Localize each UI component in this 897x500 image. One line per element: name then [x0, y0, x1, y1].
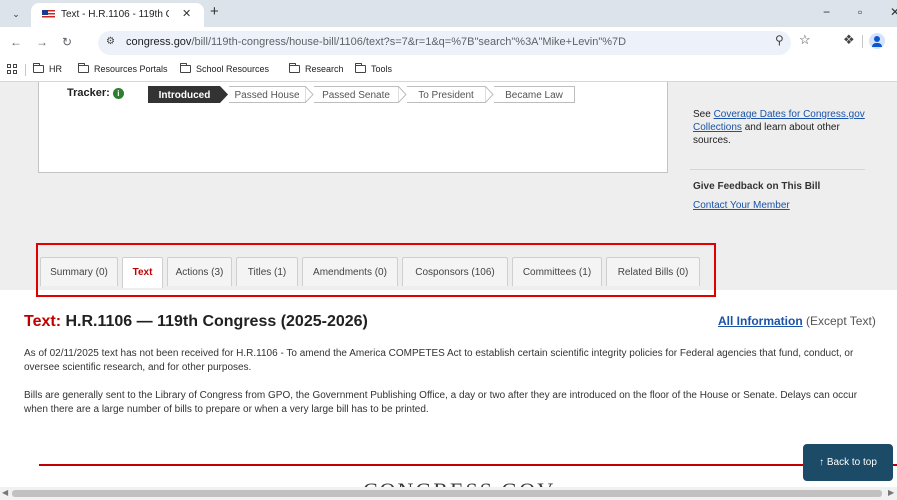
- close-tab-icon[interactable]: ✕: [182, 7, 191, 20]
- us-flag-favicon-icon: [42, 10, 55, 19]
- tracker-step-passed-house: Passed House: [229, 86, 305, 103]
- tab-text[interactable]: Text: [122, 257, 163, 288]
- bookmark-folder-research[interactable]: Research: [289, 63, 344, 74]
- bookmark-folder-school-resources[interactable]: School Resources: [180, 63, 269, 74]
- tab-committees[interactable]: Committees (1): [512, 257, 602, 286]
- horizontal-scrollbar[interactable]: ◀ ▶: [0, 487, 897, 500]
- gpo-info-paragraph: Bills are generally sent to the Library …: [24, 390, 858, 415]
- tab-titles[interactable]: Titles (1): [236, 257, 298, 286]
- bookmark-folder-resources-portals[interactable]: Resources Portals: [78, 63, 168, 74]
- folder-icon: [355, 63, 366, 73]
- extensions-puzzle-icon[interactable]: ❖: [843, 32, 855, 48]
- scroll-right-arrow-icon[interactable]: ▶: [888, 488, 894, 497]
- bookmark-folder-hr[interactable]: HR: [33, 63, 62, 74]
- scroll-left-arrow-icon[interactable]: ◀: [2, 488, 8, 497]
- all-information-link[interactable]: All Information: [718, 314, 803, 328]
- site-settings-icon[interactable]: ⚙: [106, 36, 115, 47]
- footer-red-divider: [39, 464, 897, 466]
- toolbar-divider: [862, 35, 863, 48]
- apps-grid-icon[interactable]: [7, 64, 18, 75]
- bookmarks-bar: HR Resources Portals School Resources Re…: [0, 59, 897, 82]
- tab-amendments[interactable]: Amendments (0): [302, 257, 398, 286]
- maximize-window-button[interactable]: ▫: [858, 5, 862, 19]
- tracker-step-became-law: Became Law: [494, 86, 574, 103]
- scrollbar-thumb[interactable]: [12, 490, 882, 497]
- tab-cosponsors[interactable]: Cosponsors (106): [402, 257, 508, 286]
- feedback-heading: Give Feedback on This Bill: [693, 181, 821, 192]
- tracker-step-to-president: To President: [407, 86, 485, 103]
- tab-actions[interactable]: Actions (3): [167, 257, 232, 286]
- forward-arrow-icon[interactable]: →: [36, 35, 48, 49]
- folder-icon: [289, 63, 300, 73]
- tracker-step-passed-senate: Passed Senate: [314, 86, 398, 103]
- close-window-button[interactable]: ✕: [890, 5, 897, 19]
- bookmark-folder-tools[interactable]: Tools: [355, 63, 392, 74]
- page-title: Text: H.R.1106 — 119th Congress (2025-20…: [24, 313, 368, 330]
- tracker-label: Tracker: i: [67, 87, 124, 99]
- tracker-arrow-icon: [305, 86, 314, 103]
- sidebar-divider: [690, 169, 865, 170]
- profile-avatar-icon[interactable]: [869, 33, 885, 49]
- tracker-info-icon[interactable]: i: [112, 88, 124, 99]
- folder-icon: [180, 63, 191, 73]
- address-bar[interactable]: ⚙ congress.gov/bill/119th-congress/house…: [98, 31, 791, 55]
- browser-tab-strip: ⌄ Text - H.R.1106 - 119th Congress ✕ + −…: [0, 0, 897, 27]
- coverage-note: See Coverage Dates for Congress.gov Coll…: [693, 109, 865, 146]
- tracker-arrow-icon: [485, 86, 494, 103]
- tracker-end-divider: [574, 86, 575, 103]
- reload-icon[interactable]: ↻: [62, 35, 72, 49]
- folder-icon: [78, 63, 89, 73]
- all-information-note: All Information (Except Text): [718, 314, 876, 328]
- bookmarks-divider: [25, 64, 26, 76]
- tab-summary[interactable]: Summary (0): [40, 257, 118, 286]
- folder-icon: [33, 63, 44, 73]
- new-tab-button[interactable]: +: [210, 4, 219, 20]
- tracker-step-introduced: Introduced: [148, 86, 220, 103]
- tab-related-bills[interactable]: Related Bills (0): [606, 257, 700, 286]
- bookmark-star-icon[interactable]: ☆: [799, 32, 811, 48]
- browser-tab-title: Text - H.R.1106 - 119th Congress: [61, 9, 169, 20]
- contact-your-member-link[interactable]: Contact Your Member: [693, 200, 790, 211]
- tracker-arrow-icon: [398, 86, 407, 103]
- browser-toolbar: ← → ↻ ⚙ congress.gov/bill/119th-congress…: [0, 27, 897, 59]
- tab-search-chevron-icon[interactable]: ⌄: [8, 6, 24, 22]
- browser-tab[interactable]: Text - H.R.1106 - 119th Congress ✕: [31, 3, 204, 27]
- zoom-icon[interactable]: ⚲: [775, 33, 784, 47]
- tracker-arrow-icon: [220, 86, 228, 103]
- back-arrow-icon[interactable]: ←: [10, 35, 22, 49]
- minimize-window-button[interactable]: −: [823, 5, 830, 19]
- text-status-paragraph: As of 02/11/2025 text has not been recei…: [24, 348, 854, 373]
- back-to-top-button[interactable]: ↑ Back to top: [803, 444, 893, 481]
- url-text[interactable]: congress.gov/bill/119th-congress/house-b…: [126, 36, 626, 48]
